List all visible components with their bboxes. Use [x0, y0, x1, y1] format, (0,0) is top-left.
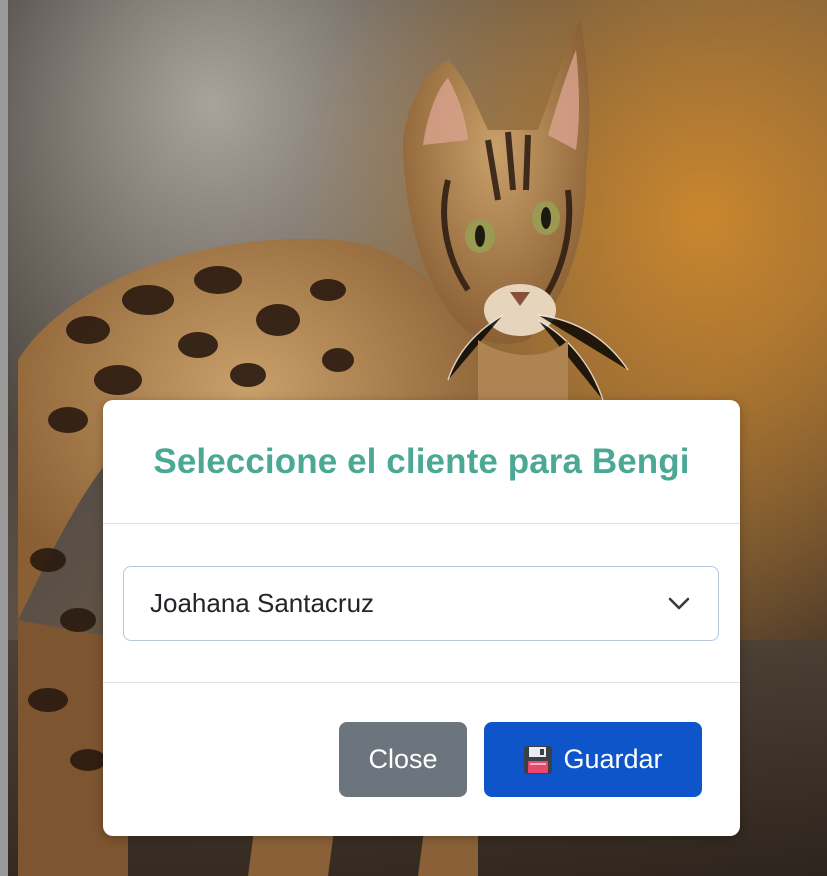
- chevron-down-icon: [668, 597, 690, 609]
- page-viewport: Seleccione el cliente para Bengi Joahana…: [0, 0, 827, 876]
- close-button[interactable]: Close: [339, 722, 467, 797]
- floppy-disk-icon: [524, 745, 553, 774]
- modal-footer: Close Guardar: [103, 683, 740, 836]
- client-select[interactable]: Joahana Santacruz: [123, 566, 719, 641]
- client-select-value: Joahana Santacruz: [150, 588, 375, 618]
- save-button-label: Guardar: [563, 744, 663, 774]
- modal-header: Seleccione el cliente para Bengi: [103, 400, 740, 524]
- save-button[interactable]: Guardar: [484, 722, 702, 797]
- modal-title: Seleccione el cliente para Bengi: [153, 441, 690, 481]
- modal-body: Joahana Santacruz: [103, 524, 740, 683]
- window-edge: [0, 0, 8, 876]
- close-button-label: Close: [368, 744, 438, 774]
- select-client-modal: Seleccione el cliente para Bengi Joahana…: [103, 400, 740, 836]
